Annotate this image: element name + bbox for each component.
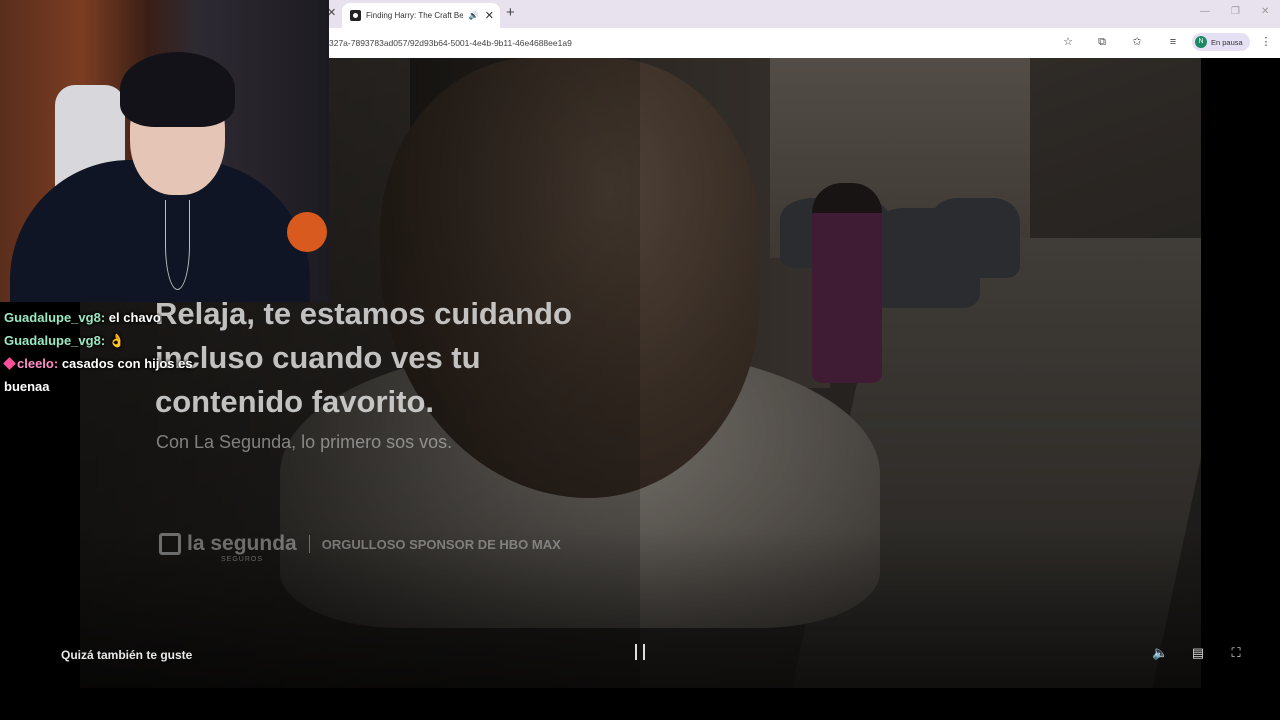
minimize-icon[interactable]: — <box>1200 6 1210 17</box>
chat-separator: : <box>53 356 59 371</box>
chat-username: cleelo <box>17 356 54 371</box>
tab-active[interactable]: Finding Harry: The Craft Be 🔊 ✕ <box>342 3 500 28</box>
chat-separator: : <box>100 310 106 325</box>
chat-text: el chavo <box>108 310 161 325</box>
restore-icon[interactable]: ❐ <box>1231 6 1240 17</box>
recommend-link[interactable]: Quizá también te guste <box>61 648 192 662</box>
star-icon[interactable]: ☆ <box>1060 34 1076 50</box>
brand-name: la segunda <box>187 532 297 555</box>
chat-overlay: Guadalupe_vg8: el chavo Guadalupe_vg8: 👌… <box>3 306 234 398</box>
brand-logo-icon <box>159 533 181 555</box>
basketball <box>287 212 327 252</box>
chat-username: Guadalupe_vg8 <box>4 310 101 325</box>
chat-badge-icon <box>3 357 16 370</box>
address-bar[interactable]: 327a-7893783ad057/92d93b64-5001-4e4b-9b1… <box>329 34 1089 52</box>
tab-favicon-icon <box>350 10 361 21</box>
subtitles-icon[interactable]: ▤ <box>1190 645 1206 661</box>
volume-icon[interactable]: 🔈 <box>1152 645 1168 661</box>
new-tab-plus-icon[interactable]: + <box>506 4 515 21</box>
webcam-overlay <box>0 0 329 302</box>
menu-icon[interactable]: ⋮ <box>1258 34 1274 50</box>
tab-close-icon[interactable]: ✕ <box>485 9 494 22</box>
necklace <box>165 200 190 290</box>
chat-message: cleelo: casados con hijos es buenaa <box>3 352 234 398</box>
brand-divider <box>308 535 310 553</box>
chat-username: Guadalupe_vg8 <box>4 333 101 348</box>
ad-subtext: Con La Segunda, lo primero sos vos. <box>156 432 453 452</box>
extensions-icon[interactable]: ⧉ <box>1094 34 1110 50</box>
profile-avatar: N <box>1195 36 1207 48</box>
tab-title: Finding Harry: The Craft Be <box>366 11 463 20</box>
screen: ✕ Finding Harry: The Craft Be 🔊 ✕ + — ❐ … <box>0 0 1280 720</box>
chat-message: Guadalupe_vg8: 👌 <box>4 329 234 352</box>
media-icon[interactable]: ≡ <box>1165 34 1181 50</box>
chat-message: Guadalupe_vg8: el chavo <box>4 306 234 329</box>
window-close-icon[interactable]: ✕ <box>1261 6 1269 17</box>
chat-separator: : <box>100 333 106 348</box>
brand-lockup: la segunda ORGULLOSO SPONSOR DE HBO MAX <box>159 532 561 556</box>
chat-text: 👌 <box>108 333 125 348</box>
brand-tagline: ORGULLOSO SPONSOR DE HBO MAX <box>321 536 561 552</box>
profile-label: En pausa <box>1211 37 1243 47</box>
fullscreen-icon[interactable]: ⛶ <box>1228 645 1244 661</box>
brand-subtitle: SEGUROS <box>221 556 264 563</box>
speaker-icon[interactable]: 🔊 <box>469 11 479 20</box>
profile-button[interactable]: N En pausa <box>1192 33 1250 51</box>
bookmark-icon[interactable]: ✩ <box>1129 34 1145 50</box>
pause-icon[interactable] <box>635 644 645 660</box>
streamer-hair <box>120 52 235 127</box>
